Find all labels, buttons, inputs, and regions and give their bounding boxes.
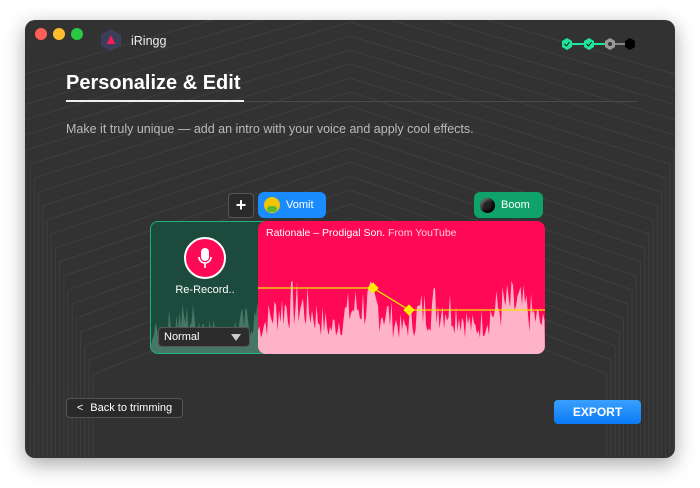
voice-mode-dropdown[interactable]: Normal: [158, 327, 250, 347]
export-button[interactable]: EXPORT: [554, 400, 641, 424]
re-record-label: Re-Record..: [175, 284, 235, 296]
step-3-current-icon: [605, 38, 615, 50]
effect-label: Boom: [501, 199, 530, 211]
envelope-point-handle: [367, 282, 379, 294]
back-to-trimming-button[interactable]: < Back to trimming: [66, 398, 183, 418]
close-window-button[interactable]: [35, 28, 47, 40]
step-4-pending-icon: [625, 38, 635, 50]
nauseated-face-icon: [264, 197, 280, 213]
back-label: Back to trimming: [90, 402, 173, 414]
app-window: iRingg Personalize & Edit Make it truly …: [25, 20, 675, 458]
chevron-down-icon: [231, 334, 241, 341]
app-name: iRingg: [131, 34, 167, 48]
effect-vomit[interactable]: Vomit: [258, 192, 326, 218]
add-effect-button[interactable]: +: [228, 193, 254, 218]
voice-mode-value: Normal: [164, 331, 200, 343]
minimize-window-button[interactable]: [53, 28, 65, 40]
bomb-icon: [480, 197, 495, 213]
record-button[interactable]: [184, 237, 226, 279]
effect-boom[interactable]: Boom: [474, 192, 543, 218]
page-subtitle: Make it truly unique — add an intro with…: [66, 122, 474, 136]
step-2-done-icon: [584, 38, 594, 50]
progress-stepper: [562, 38, 635, 50]
app-logo-icon: [101, 29, 121, 51]
voice-recorder-panel: Re-Record.. Normal: [150, 221, 270, 354]
divider: [244, 101, 638, 102]
page-title: Personalize & Edit: [66, 72, 241, 94]
zoom-window-button[interactable]: [71, 28, 83, 40]
chevron-left-icon: <: [76, 402, 84, 414]
effect-label: Vomit: [286, 199, 314, 211]
volume-envelope[interactable]: [258, 221, 545, 354]
step-1-done-icon: [562, 38, 572, 50]
envelope-point-handle: [403, 304, 415, 316]
microphone-icon: [198, 248, 212, 268]
title-underline: [66, 100, 244, 102]
song-track[interactable]: Rationale – Prodigal Son. From YouTube: [258, 221, 545, 354]
